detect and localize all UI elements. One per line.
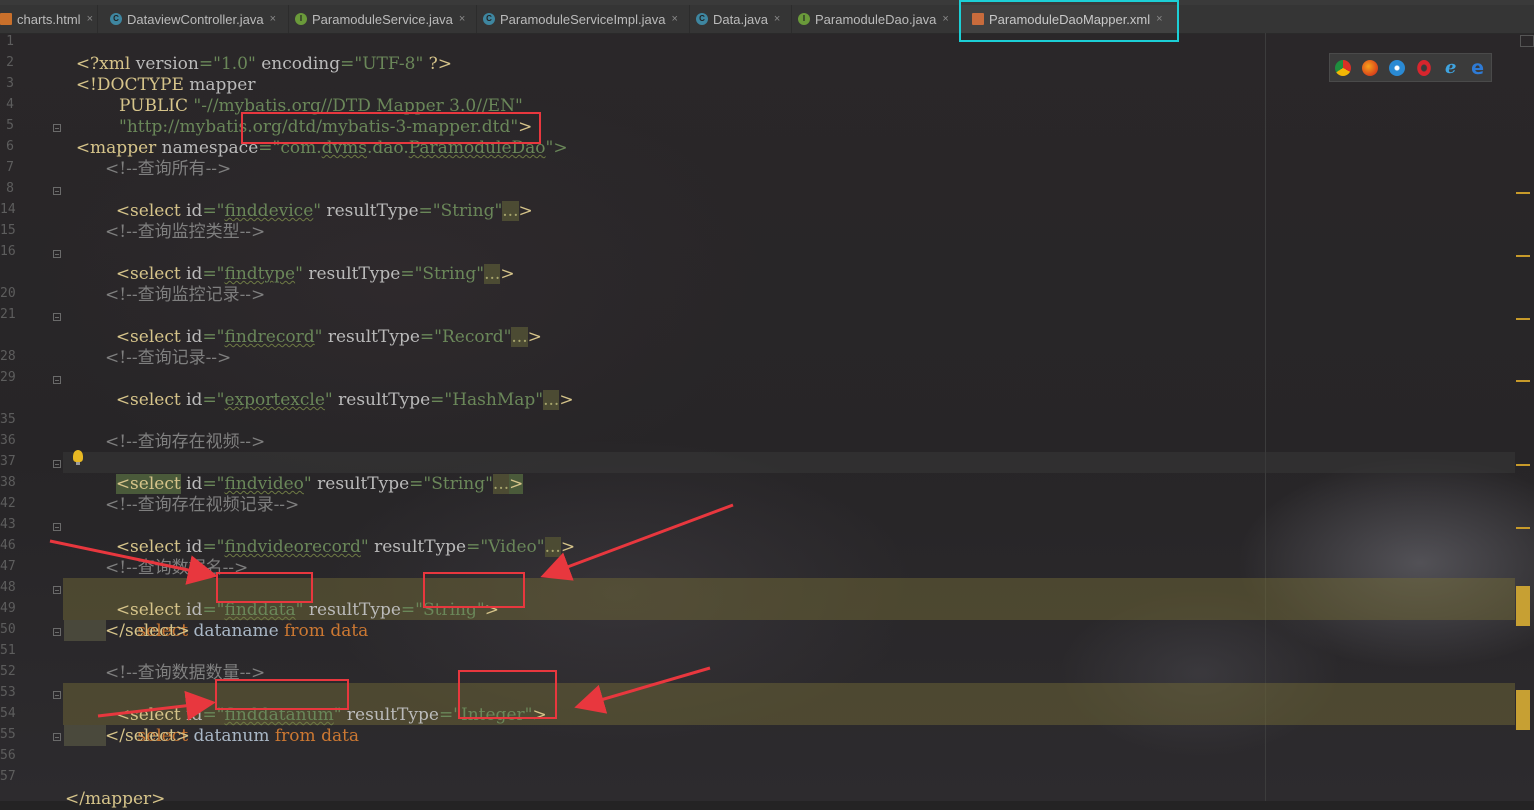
safari-icon[interactable] [1389,59,1406,76]
annotation-arrow [97,690,216,721]
annotation-arrow [540,503,734,581]
scrollbar-marker[interactable] [1516,255,1530,257]
opera-icon[interactable] [1417,59,1431,76]
edge-icon[interactable]: e [1470,58,1486,77]
scrollbar-marker[interactable] [1516,464,1530,466]
firefox-icon[interactable] [1362,59,1379,76]
scrollbar-marker[interactable] [1516,318,1530,320]
scrollbar-marker[interactable] [1516,586,1530,626]
browser-preview-bar: e e [1329,53,1492,82]
annotation-arrows [49,503,734,721]
chrome-icon[interactable] [1335,59,1352,76]
scrollbar-marker[interactable] [1516,380,1530,382]
scrollbar-marker[interactable] [1516,527,1530,529]
annotation-arrow [574,666,711,714]
scrollbar-marker[interactable] [1516,690,1530,730]
ie-icon[interactable]: e [1443,58,1459,76]
annotation-arrow [49,539,218,585]
scrollbar-marker[interactable] [1520,35,1534,47]
scrollbar-marker[interactable] [1516,192,1530,194]
